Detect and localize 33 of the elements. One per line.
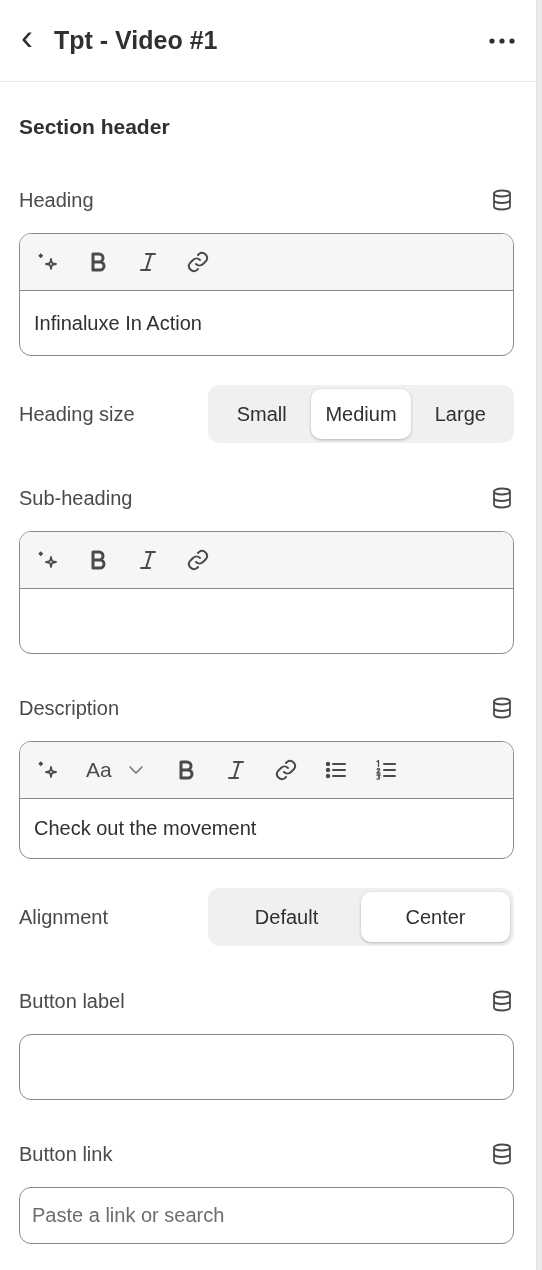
link-input[interactable]: Paste a link or search (19, 1187, 514, 1244)
field-label: Heading size (19, 402, 135, 426)
rich-text-editor[interactable]: Aa Check out the movement (19, 741, 514, 859)
segment-option[interactable]: Large (410, 389, 510, 439)
text-input[interactable] (19, 1034, 514, 1100)
rich-text-editor[interactable]: Infinaluxe In Action (19, 233, 514, 356)
more-icon[interactable] (488, 36, 516, 45)
database-icon (490, 486, 514, 510)
field-label: Button label (19, 989, 125, 1013)
numbered-list-icon (373, 758, 398, 782)
field-label: Heading (19, 188, 94, 212)
link-icon (273, 758, 298, 782)
database-icon (490, 989, 514, 1013)
field-label: Button link (19, 1142, 113, 1166)
field-label: Alignment (19, 905, 108, 929)
database-icon (490, 188, 514, 212)
link-icon (186, 548, 210, 572)
segment-option[interactable]: Center (361, 892, 510, 942)
database-icon (490, 1142, 514, 1166)
page-title: Tpt - Video #1 (54, 26, 219, 55)
field-label: Sub-heading (19, 486, 133, 510)
segment-option[interactable]: Default (212, 892, 361, 942)
font-style-button[interactable]: Aa (86, 758, 112, 782)
section-title: Section header (19, 115, 171, 139)
database-icon (490, 696, 514, 720)
rich-text-editor[interactable] (19, 531, 514, 654)
editor-text: Check out the movement (34, 817, 257, 840)
link-icon (186, 250, 210, 274)
back-button[interactable]: ‹ (14, 19, 40, 56)
editor-text: Infinaluxe In Action (34, 311, 202, 335)
segment-option[interactable]: Medium (311, 389, 411, 439)
segment-option[interactable]: Small (212, 389, 312, 439)
field-label: Description (19, 696, 120, 720)
